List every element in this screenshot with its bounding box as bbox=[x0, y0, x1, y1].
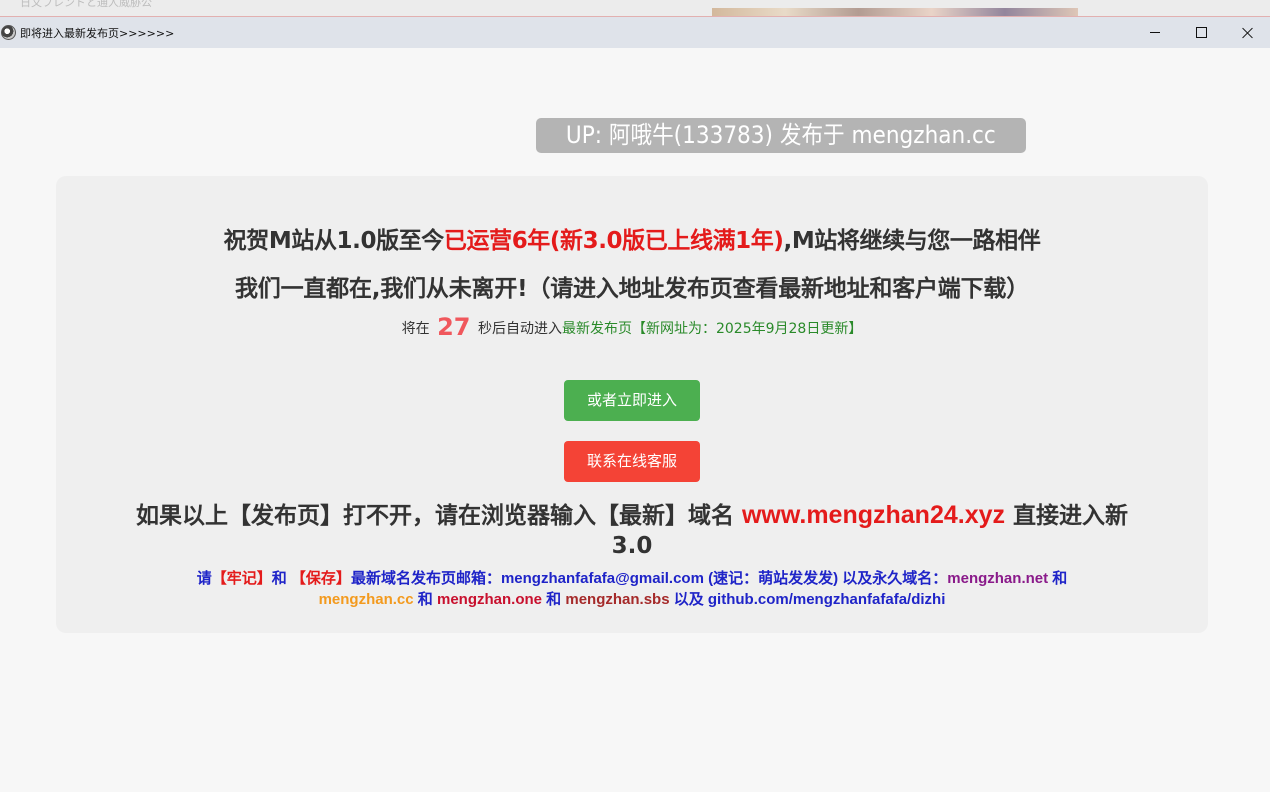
footer-and-3: 和 bbox=[546, 591, 562, 608]
contact-service-button[interactable]: 联系在线客服 bbox=[564, 441, 700, 482]
close-button[interactable] bbox=[1224, 17, 1270, 48]
latest-domain-link[interactable]: www.mengzhan24.xyz bbox=[742, 501, 1005, 529]
background-window-strip: 日文フレンドと通人威胁公 bbox=[0, 0, 1270, 17]
release-page-link[interactable]: 最新发布页【新网址为：2025年9月28日更新】 bbox=[562, 321, 862, 337]
minimize-button[interactable] bbox=[1132, 17, 1178, 48]
countdown-suffix: 秒后自动进入 bbox=[477, 321, 562, 337]
footer-remember: 【牢记】 bbox=[211, 570, 272, 587]
maximize-button[interactable] bbox=[1178, 17, 1224, 48]
headline-part1: 祝贺M站从1.0版至今 bbox=[223, 228, 445, 254]
footer-github[interactable]: 以及 github.com/mengzhanfafafa/dizhi bbox=[674, 591, 946, 608]
countdown-line: 将在 27 秒后自动进入最新发布页【新网址为：2025年9月28日更新】 bbox=[56, 313, 1208, 341]
background-window-artwork bbox=[712, 8, 1078, 16]
footer-save: 【保存】 bbox=[290, 570, 351, 587]
countdown-seconds: 27 bbox=[437, 313, 471, 341]
maximize-icon bbox=[1195, 27, 1207, 38]
domain-sbs-link[interactable]: mengzhan.sbs bbox=[565, 591, 669, 608]
domain-one-link[interactable]: mengzhan.one bbox=[437, 591, 542, 608]
domain-net-link[interactable]: mengzhan.net bbox=[947, 570, 1048, 587]
countdown-prefix: 将在 bbox=[401, 321, 430, 337]
window-controls bbox=[1132, 17, 1270, 48]
fallback-domain-line: 如果以上【发布页】打不开，请在浏览器输入【最新】域名 www.mengzhan2… bbox=[116, 500, 1148, 561]
app-icon bbox=[1, 25, 16, 40]
footer-text-1: 请 bbox=[196, 570, 212, 587]
window-titlebar[interactable]: 即将进入最新发布页>>>>>> bbox=[0, 17, 1270, 48]
domain-cc-link[interactable]: mengzhan.cc bbox=[319, 591, 414, 608]
footer-email-text: 最新域名发布页邮箱：mengzhanfafafa@gmail.com (速记：萌… bbox=[350, 570, 948, 587]
fallback-domain-prefix: 如果以上【发布页】打不开，请在浏览器输入【最新】域名 bbox=[135, 503, 734, 529]
footer-text-3: 和 bbox=[271, 570, 287, 587]
congratulation-headline: 祝贺M站从1.0版至今已运营6年(新3.0版已上线满1年),M站将继续与您一路相… bbox=[56, 221, 1208, 255]
footer-and-2: 和 bbox=[417, 591, 433, 608]
window-title: 即将进入最新发布页>>>>>> bbox=[20, 26, 175, 40]
announcement-card: 祝贺M站从1.0版至今已运营6年(新3.0版已上线满1年),M站将继续与您一路相… bbox=[56, 176, 1208, 633]
still-here-headline: 我们一直都在,我们从未离开!（请进入地址发布页查看最新地址和客户端下载） bbox=[234, 276, 1030, 302]
enter-now-button[interactable]: 或者立即进入 bbox=[564, 380, 700, 421]
headline-part3: ,M站将继续与您一路相伴 bbox=[783, 228, 1041, 254]
footer-note: 请【牢记】和 【保存】最新域名发布页邮箱：mengzhanfafafa@gmai… bbox=[132, 568, 1132, 610]
uploader-badge: UP: 阿哦牛(133783) 发布于 mengzhan.cc bbox=[536, 118, 1026, 153]
minimize-icon bbox=[1150, 32, 1160, 33]
footer-and-1: 和 bbox=[1052, 570, 1068, 587]
uploader-badge-text: UP: 阿哦牛(133783) 发布于 mengzhan.cc bbox=[566, 121, 996, 149]
background-window-title: 日文フレンドと通人威胁公 bbox=[20, 0, 152, 9]
headline-highlight: 已运营6年(新3.0版已上线满1年) bbox=[443, 228, 784, 254]
close-icon bbox=[1242, 27, 1253, 38]
